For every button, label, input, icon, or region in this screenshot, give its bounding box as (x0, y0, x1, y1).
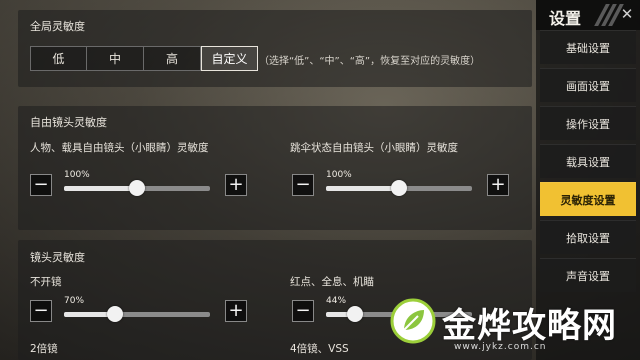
free-camera-section: 自由镜头灵敏度 人物、载具自由镜头（小眼睛）灵敏度 − 100% + 跳伞状态自… (18, 106, 532, 230)
section-title-scope: 镜头灵敏度 (30, 251, 85, 264)
minus-icon[interactable]: − (292, 174, 314, 196)
plus-icon[interactable]: + (225, 174, 247, 196)
scope-no-scope-slider[interactable] (64, 306, 210, 322)
nav-item-controls[interactable]: 操作设置 (540, 106, 636, 140)
nav-item-vehicle[interactable]: 载具设置 (540, 144, 636, 178)
slider-thumb[interactable] (391, 180, 407, 196)
section-title-free-camera: 自由镜头灵敏度 (30, 116, 107, 129)
scope-4x-label: 4倍镜、VSS (290, 343, 349, 355)
free-camera-parachute-slider[interactable] (326, 180, 472, 196)
scope-reddot-label: 红点、全息、机瞄 (290, 276, 374, 288)
nav-item-basic[interactable]: 基础设置 (540, 30, 636, 64)
slider-thumb[interactable] (347, 306, 364, 322)
nav-item-pickup[interactable]: 拾取设置 (540, 220, 636, 254)
minus-icon[interactable]: − (30, 174, 52, 196)
nav-item-audio[interactable]: 声音设置 (540, 258, 636, 292)
preset-medium-button[interactable]: 中 (87, 46, 144, 71)
scope-reddot-value: 44% (326, 296, 347, 306)
slider-fill (64, 186, 137, 191)
preset-high-button[interactable]: 高 (144, 46, 201, 71)
scope-no-scope-label: 不开镜 (30, 276, 62, 288)
free-camera-character-value: 100% (64, 170, 90, 180)
free-camera-parachute-label: 跳伞状态自由镜头（小眼睛）灵敏度 (290, 142, 458, 154)
watermark-url: www.jykz.com.cn (454, 342, 547, 352)
nav-item-sensitivity[interactable]: 灵敏度设置 (540, 182, 636, 216)
plus-icon[interactable]: + (225, 300, 247, 322)
nav-title: 设置 (549, 9, 582, 28)
stripes-decoration (594, 4, 624, 26)
preset-hint: （选择“低”、“中”、“高”，恢复至对应的灵敏度） (259, 56, 481, 67)
preset-group: 低 中 高 自定义 (30, 46, 258, 71)
minus-icon[interactable]: − (30, 300, 52, 322)
slider-fill (326, 186, 399, 191)
watermark: 金烨攻略网 www.jykz.com.cn (384, 292, 640, 360)
preset-low-button[interactable]: 低 (30, 46, 87, 71)
watermark-logo-icon (390, 298, 436, 344)
close-icon[interactable]: ✕ (618, 5, 636, 23)
scope-no-scope-value: 70% (64, 296, 85, 306)
free-camera-character-label: 人物、载具自由镜头（小眼睛）灵敏度 (30, 142, 209, 154)
plus-icon[interactable]: + (487, 174, 509, 196)
global-sensitivity-section: 全局灵敏度 低 中 高 自定义 （选择“低”、“中”、“高”，恢复至对应的灵敏度… (18, 10, 532, 87)
slider-thumb[interactable] (107, 306, 124, 322)
section-title-global: 全局灵敏度 (30, 20, 85, 33)
watermark-brand: 金烨攻略网 (442, 306, 617, 346)
scope-2x-label: 2倍镜 (30, 343, 58, 355)
nav-item-graphics[interactable]: 画面设置 (540, 68, 636, 102)
free-camera-parachute-value: 100% (326, 170, 352, 180)
free-camera-character-slider[interactable] (64, 180, 210, 196)
nav-header: 设置 ✕ (536, 0, 640, 30)
slider-thumb[interactable] (129, 180, 145, 196)
minus-icon[interactable]: − (292, 300, 314, 322)
preset-custom-button[interactable]: 自定义 (201, 46, 258, 71)
